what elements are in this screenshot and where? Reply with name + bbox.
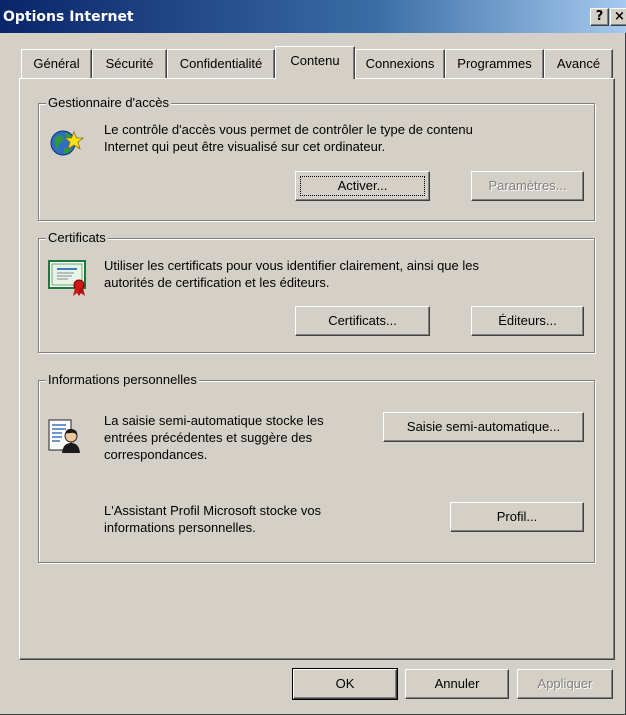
certificate-icon <box>48 260 86 296</box>
settings-button[interactable]: Paramètres... <box>471 171 584 201</box>
certificates-title: Certificats <box>46 230 108 246</box>
title-bar[interactable]: Options Internet ? × <box>0 0 626 33</box>
tab-content[interactable]: Contenu <box>275 46 355 79</box>
certificates-group: Certificats Utiliser les certificats pou… <box>38 230 595 353</box>
content-advisor-group: Gestionnaire d'accès Le contrôle d'accès… <box>38 95 595 221</box>
tab-advanced[interactable]: Avancé <box>544 49 613 78</box>
apply-button[interactable]: Appliquer <box>517 669 613 699</box>
profile-desc-2: informations personnelles. <box>104 520 256 535</box>
personal-info-title: Informations personnelles <box>46 372 199 388</box>
tab-privacy[interactable]: Confidentialité <box>167 49 275 78</box>
personal-info-group: Informations personnelles La saisie semi… <box>38 372 595 563</box>
cancel-button[interactable]: Annuler <box>405 669 509 699</box>
tab-strip: Général Sécurité Confidentialité Contenu… <box>0 46 626 79</box>
content-advisor-desc-1: Le contrôle d'accès vous permet de contr… <box>104 122 473 137</box>
content-advisor-title: Gestionnaire d'accès <box>46 95 171 111</box>
tab-programs[interactable]: Programmes <box>445 49 544 78</box>
close-button[interactable]: × <box>610 8 626 26</box>
autocomplete-desc-1: La saisie semi-automatique stocke les <box>104 413 324 428</box>
certificates-desc-2: autorités de certification et les éditeu… <box>104 275 330 290</box>
options-internet-dialog: Options Internet ? × Général Sécurité Co… <box>0 0 626 715</box>
certificates-button[interactable]: Certificats... <box>295 306 430 336</box>
profile-document-icon <box>48 419 80 453</box>
content-advisor-desc-2: Internet qui peut être visualisé sur cet… <box>104 139 386 154</box>
help-button[interactable]: ? <box>590 8 609 26</box>
content-tab-panel: Gestionnaire d'accès Le contrôle d'accès… <box>19 78 615 660</box>
globe-star-icon <box>50 130 84 156</box>
tab-connections[interactable]: Connexions <box>355 49 445 78</box>
tab-general[interactable]: Général <box>21 49 92 78</box>
ok-button[interactable]: OK <box>292 668 398 700</box>
autocomplete-desc-3: correspondances. <box>104 447 208 462</box>
enable-button[interactable]: Activer... <box>295 171 430 201</box>
publishers-button[interactable]: Éditeurs... <box>471 306 584 336</box>
autocomplete-desc-2: entrées précédentes et suggère des <box>104 430 313 445</box>
profile-desc-1: L'Assistant Profil Microsoft stocke vos <box>104 503 322 518</box>
autocomplete-button[interactable]: Saisie semi-automatique... <box>383 412 584 442</box>
certificates-desc-1: Utiliser les certificats pour vous ident… <box>104 258 479 273</box>
profile-button[interactable]: Profil... <box>450 502 584 532</box>
window-title: Options Internet <box>3 9 134 25</box>
tab-security[interactable]: Sécurité <box>92 49 167 78</box>
